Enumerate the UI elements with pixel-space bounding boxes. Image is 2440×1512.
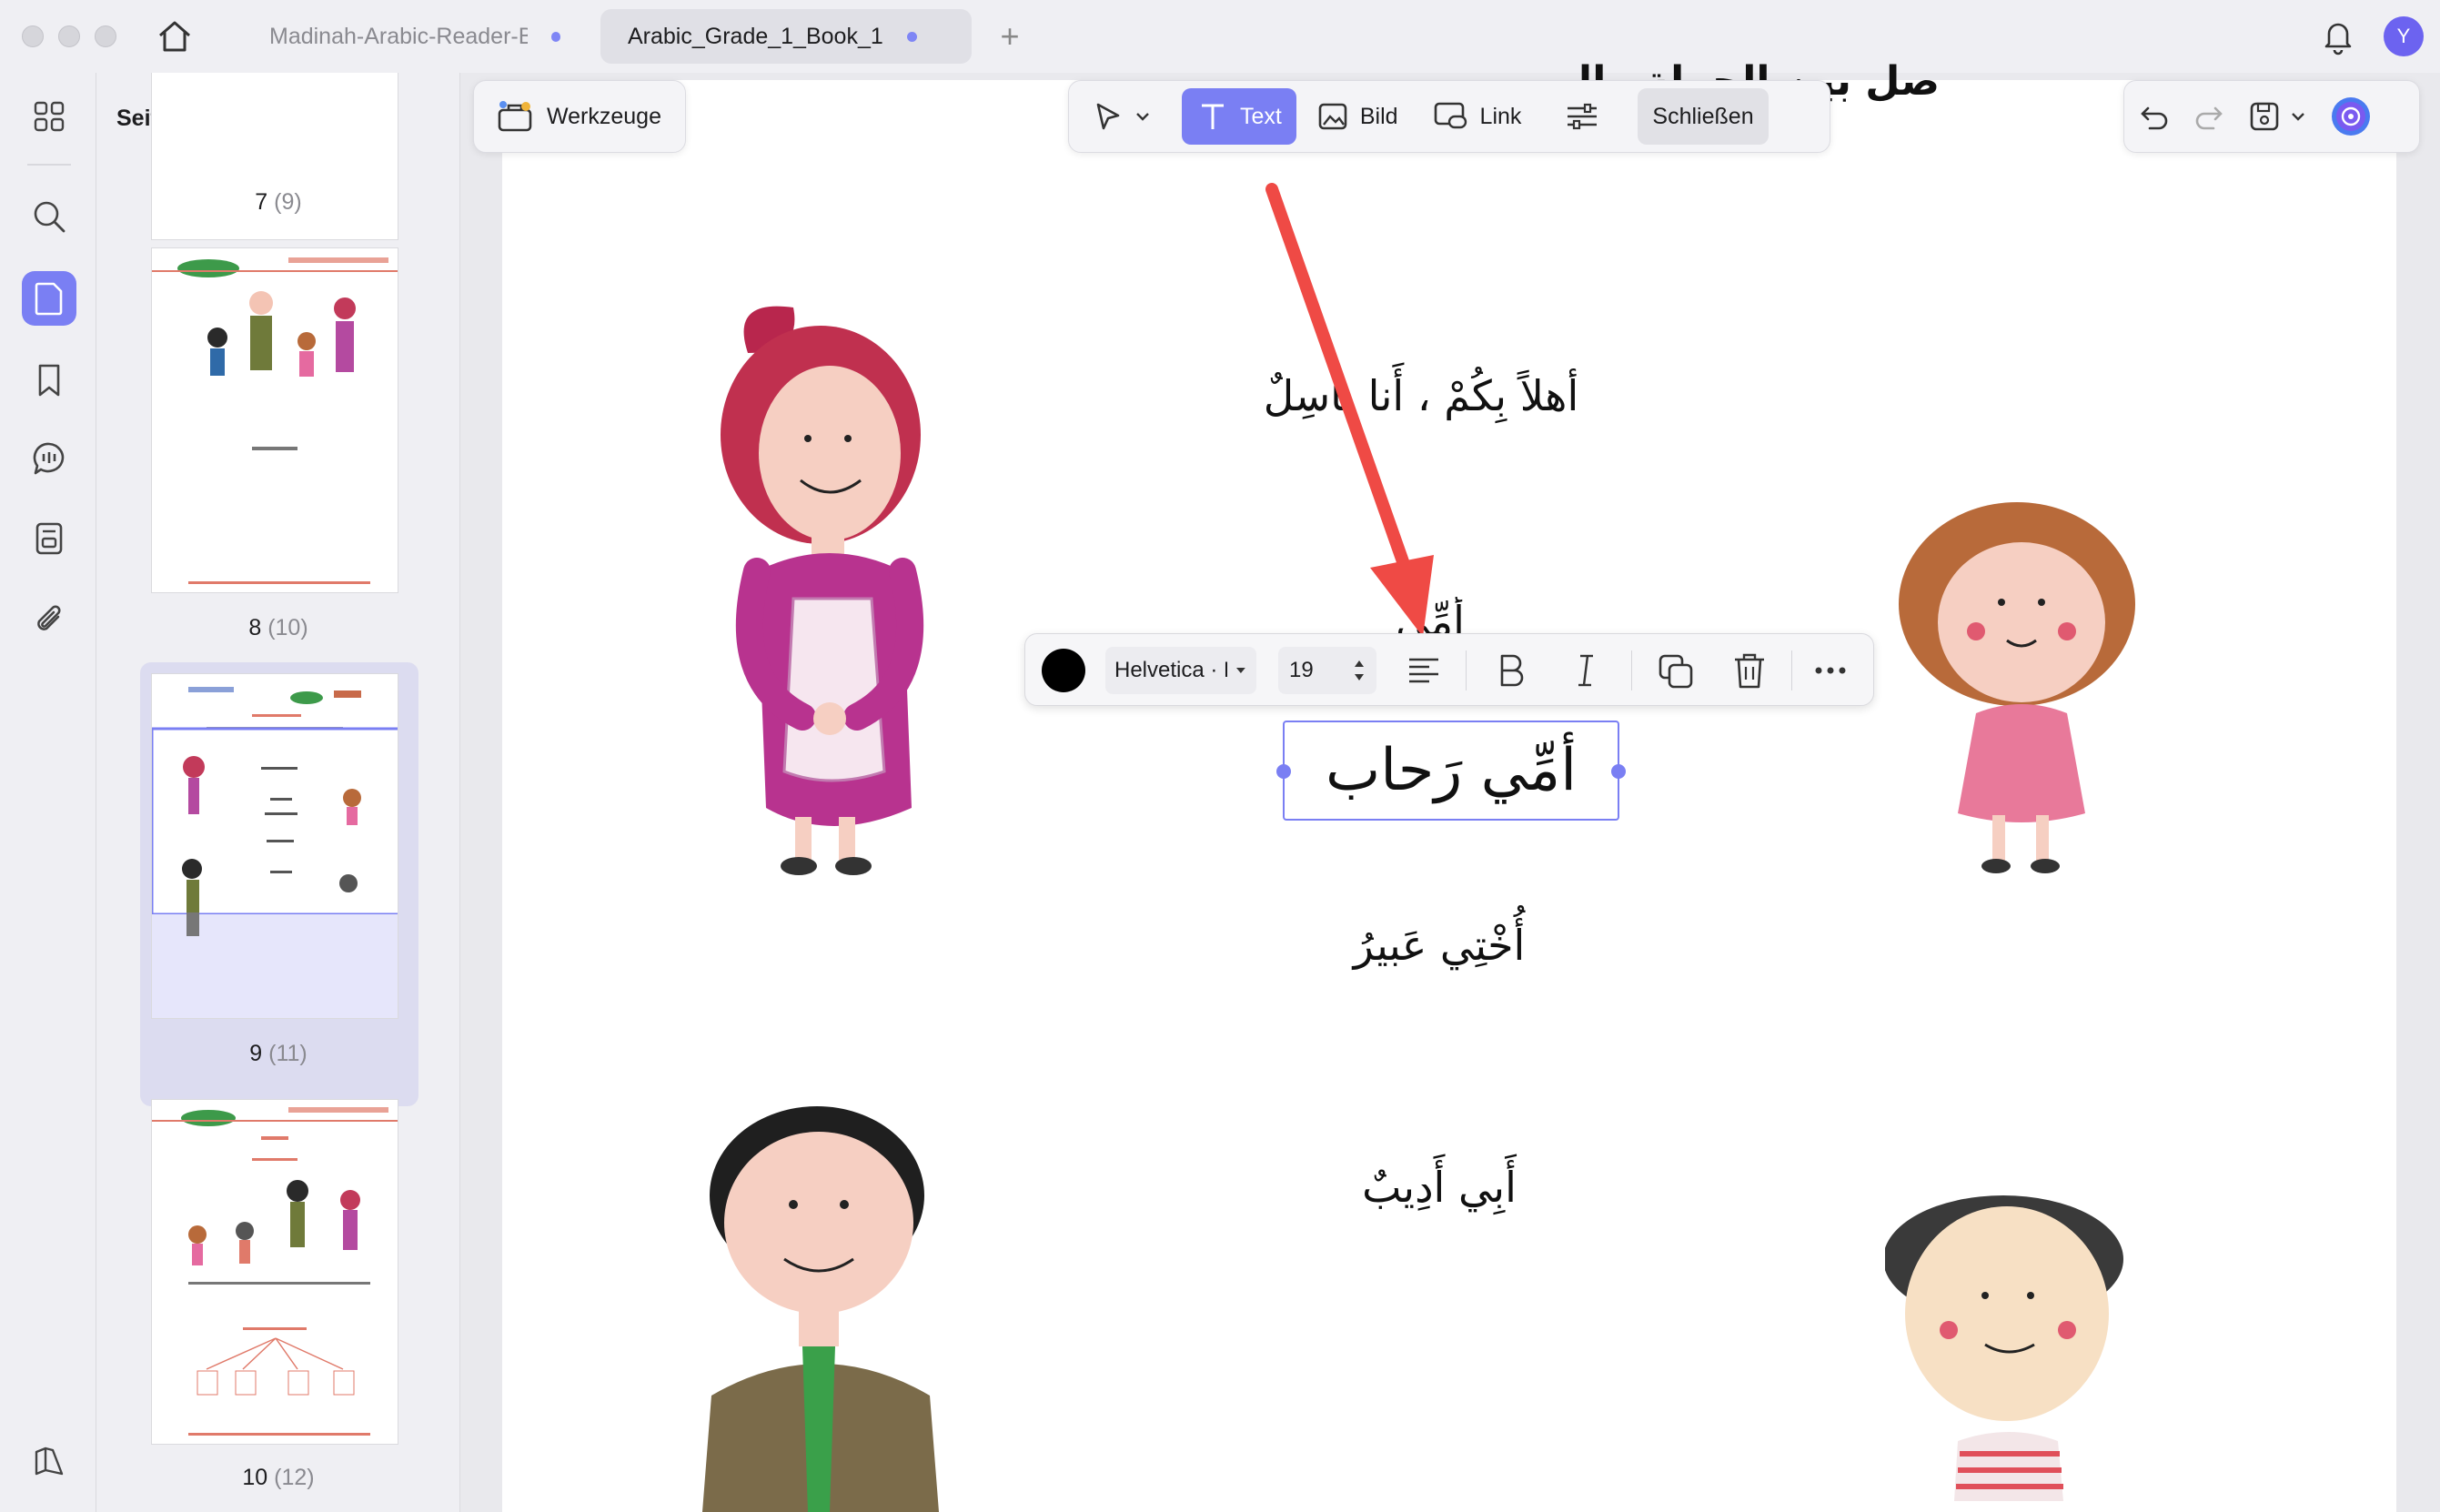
red-arrow-annotation: [1265, 183, 1434, 637]
rail-divider: [27, 164, 71, 166]
trash-icon[interactable]: [1731, 650, 1768, 690]
ai-assistant-icon[interactable]: [2330, 96, 2372, 137]
thumbnail-page-10[interactable]: [151, 1099, 398, 1445]
save-menu-button[interactable]: [2248, 100, 2306, 133]
thumbnail-label: 7 (9): [255, 189, 302, 215]
text-line-sister[interactable]: أُخْتِي عَبيرُ: [1285, 921, 1594, 970]
toolbar-divider: [1466, 650, 1467, 690]
save-icon: [2250, 102, 2279, 131]
select-tool-button[interactable]: [1078, 88, 1165, 145]
text-tool-label: Text: [1240, 103, 1282, 129]
comment-icon[interactable]: [22, 431, 76, 486]
tab-label: Arabic_Grade_1_Book_1: [628, 23, 883, 49]
italic-icon[interactable]: [1568, 652, 1604, 689]
text-icon: [1202, 104, 1224, 129]
thumbnail-label: 9 (11): [249, 1041, 308, 1066]
chevron-down-icon: [1136, 113, 1149, 121]
stepper-arrows-icon: [1355, 660, 1364, 680]
bookmark-icon[interactable]: [22, 353, 76, 408]
layers-icon[interactable]: [22, 1434, 76, 1488]
resize-handle-left[interactable]: [1276, 764, 1291, 779]
father-illustration: [702, 1106, 939, 1512]
tab-label: Madinah-Arabic-Reader-B: [269, 23, 528, 49]
selected-text[interactable]: أمِّي رَحاب: [1326, 737, 1577, 804]
text-color-swatch[interactable]: [1042, 649, 1085, 692]
font-size-stepper[interactable]: 19: [1278, 647, 1376, 694]
sliders-icon: [1568, 103, 1598, 130]
organize-pages-icon[interactable]: [22, 89, 76, 144]
tab-unsaved-dot: [550, 31, 560, 42]
redo-icon[interactable]: [2193, 103, 2224, 130]
font-family-value: Helvetica · F: [1114, 658, 1228, 682]
more-options-icon[interactable]: [1811, 656, 1850, 685]
title-bar: Madinah-Arabic-Reader-B Arabic_Grade_1_B…: [0, 0, 2440, 73]
caret-down-icon: [1236, 668, 1246, 673]
tools-label: Werkzeuge: [547, 103, 661, 129]
tab-arabic-grade[interactable]: Arabic_Grade_1_Book_1: [600, 9, 972, 64]
bell-icon[interactable]: [2318, 16, 2358, 56]
tab-madinah[interactable]: Madinah-Arabic-Reader-B: [242, 9, 588, 64]
pointer-icon: [1096, 103, 1120, 130]
search-icon[interactable]: [22, 189, 76, 244]
undo-icon[interactable]: [2139, 103, 2170, 130]
font-family-select[interactable]: Helvetica · F: [1105, 647, 1256, 694]
document-icon[interactable]: [22, 511, 76, 566]
window-zoom-button[interactable]: [95, 25, 116, 47]
new-tab-icon[interactable]: +: [992, 18, 1028, 55]
resize-handle-right[interactable]: [1611, 764, 1626, 779]
attachment-icon[interactable]: [22, 591, 76, 646]
close-edit-button[interactable]: Schließen: [1638, 88, 1769, 145]
toolbar-divider: [1791, 650, 1792, 690]
toolbox-icon: [498, 101, 532, 132]
duplicate-icon[interactable]: [1657, 652, 1695, 690]
thumbnails-icon[interactable]: [22, 271, 76, 326]
text-format-toolbar: Helvetica · F 19: [1024, 633, 1874, 706]
thumbnail-label: 10 (12): [242, 1465, 315, 1490]
thumbnail-label: 8 (10): [248, 615, 308, 640]
history-toolbar: [2123, 80, 2420, 153]
bold-icon[interactable]: [1493, 652, 1529, 689]
edit-toolbar: Text Bild Link Schließen: [1068, 80, 1830, 153]
girl-illustration: [1899, 502, 2135, 873]
image-tool-label: Bild: [1359, 103, 1398, 129]
window-close-button[interactable]: [22, 25, 44, 47]
close-edit-label: Schließen: [1652, 103, 1754, 129]
tab-unsaved-dot: [906, 31, 917, 42]
link-tool-label: Link: [1479, 103, 1522, 129]
text-tool-button[interactable]: Text: [1182, 88, 1296, 145]
thumbnail-panel: Seitenminiaturen 7 (9) 8 (10): [96, 73, 460, 1512]
window-minimize-button[interactable]: [58, 25, 80, 47]
image-icon: [1318, 103, 1347, 130]
avatar[interactable]: Y: [2384, 16, 2424, 56]
thumbnail-page-9[interactable]: [151, 673, 398, 1019]
mother-illustration: [721, 306, 924, 875]
tools-button[interactable]: Werkzeuge: [473, 80, 686, 153]
link-icon: [1434, 102, 1467, 129]
boy-illustration: [1885, 1195, 2123, 1501]
chevron-down-icon: [2292, 113, 2304, 121]
home-icon[interactable]: [155, 18, 195, 55]
toolbar-divider: [1631, 650, 1632, 690]
thumbnail-page-8[interactable]: [151, 247, 398, 593]
align-left-icon[interactable]: [1406, 652, 1442, 689]
selected-text-box[interactable]: أمِّي رَحاب: [1276, 721, 1626, 821]
font-size-value: 19: [1289, 658, 1314, 682]
text-line-father[interactable]: أَبِي أَدِيبٌ: [1303, 1163, 1576, 1212]
image-tool-button[interactable]: Bild: [1302, 88, 1413, 145]
link-tool-button[interactable]: Link: [1418, 88, 1537, 145]
settings-sliders-button[interactable]: [1550, 88, 1614, 145]
